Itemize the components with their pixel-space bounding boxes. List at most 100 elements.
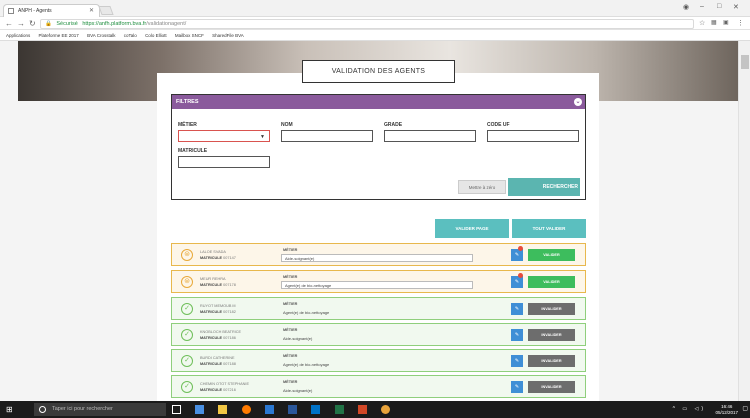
chevron-down-icon[interactable]: ⌄ [574,98,582,106]
menu-dots-icon[interactable]: ⋮ [737,19,744,27]
file-explorer-icon[interactable] [218,405,228,415]
taskbar-search-input[interactable]: Taper ici pour rechercher [34,403,166,416]
check-status-icon: ✓ [181,355,193,367]
windows-taskbar: ⊞ Taper ici pour rechercher ^ ▭ ◁) 16:46… [0,401,750,418]
extension-icon-2[interactable]: ▣ [723,19,729,26]
metier-value-field[interactable]: Aide-soignant(e) [281,254,473,262]
page-scrollbar[interactable] [738,41,750,401]
matricule-value: 007147 [223,256,236,260]
metier-field-label: MÉTIER [283,302,298,306]
word-icon[interactable] [288,405,298,415]
clock-date: 05/12/2017 [715,409,738,415]
agent-name: KNOBLOCH BEATRICE [200,330,242,334]
new-tab-button[interactable] [98,6,114,15]
taskbar-clock[interactable]: 16:46 05/12/2017 [715,404,738,415]
bookmark-item[interactable]: Applications [6,33,30,38]
bookmark-item[interactable]: Mailbox SNCF [175,33,204,38]
validate-page-button[interactable]: VALIDER PAGE [435,219,509,238]
edge-browser-icon[interactable] [264,405,274,415]
user-icon[interactable]: ◉ [683,3,689,11]
filters-panel: FILTRES ⌄ MÉTIER ▼ NOM GRADE CODE UF MAT… [171,94,586,200]
scrollbar-thumb[interactable] [741,55,749,69]
back-icon[interactable]: ← [5,19,13,28]
edit-icon[interactable]: ✎ [511,381,523,393]
excel-icon[interactable] [334,405,344,415]
edit-icon[interactable]: ✎ [511,355,523,367]
metier-value: Aide-soignant(e) [283,336,313,341]
url-path: /validationagent/ [146,21,187,27]
matricule-field-label: MATRICULE [200,388,223,392]
metier-select[interactable]: ▼ [178,130,270,142]
bookmark-item[interactable]: Plateforme EE 2017 [39,33,79,38]
notifications-icon[interactable]: ▢ [742,405,748,412]
extension-icon[interactable]: ▦ [711,19,717,26]
minimize-icon[interactable]: – [700,3,704,10]
metier-value-field[interactable]: Agent(e) de bio-nettoyage [281,281,473,289]
search-button[interactable]: RECHERCHER [508,178,580,196]
bookmark-item[interactable]: SharedFile BVA [212,33,244,38]
system-tray-icons[interactable]: ^ ▭ ◁) [673,406,706,412]
metier-value: Aide-soignant(e) [283,388,313,393]
close-window-icon[interactable]: ✕ [733,3,739,11]
edit-icon[interactable]: ✎ [511,303,523,315]
agent-name: BURDI CATHERINE [200,356,235,360]
grade-input[interactable] [384,130,476,142]
metier-field-label: MÉTIER [283,328,298,332]
invalidate-agent-button[interactable]: INVALIDER [528,329,575,341]
secure-label: Sécurisé [56,21,78,27]
matricule-value: 007186 [223,336,236,340]
page-title: VALIDATION DES AGENTS [302,60,455,83]
validate-agent-button[interactable]: VALIDER [528,276,575,288]
nom-input[interactable] [281,130,373,142]
forward-icon[interactable]: → [17,19,25,28]
taskbar-search-placeholder: Taper ici pour rechercher [52,406,113,412]
code-uf-input[interactable] [487,130,579,142]
invalidate-agent-button[interactable]: INVALIDER [528,355,575,367]
outlook-icon[interactable] [311,405,321,415]
matricule-label: MATRICULE [178,148,208,154]
agent-matricule: MATRICULE 007178 [200,283,236,287]
agent-name: CHEMIN OTOT STEPHANIE [200,382,250,386]
bookmark-item[interactable]: Colo Elliott [145,33,167,38]
address-input[interactable]: 🔒 Sécurisé https://anfh.platform.bva.fr/… [40,19,694,29]
bookmark-item[interactable]: BVA Crosstalk [87,33,115,38]
agent-row: ⊜ LALOE SVADA MATRICULE 007147 MÉTIER Aide-s… [171,243,586,266]
bookmark-star-icon[interactable]: ☆ [699,19,705,27]
bookmark-item[interactable]: coTalo [124,33,137,38]
browser-tab[interactable]: ANPH - Agents ✕ [3,4,100,17]
edge-icon[interactable] [195,405,205,415]
matricule-field-label: MATRICULE [200,283,223,287]
matricule-input[interactable] [178,156,270,168]
task-view-icon[interactable] [172,405,181,415]
agent-matricule: MATRICULE 007147 [200,256,236,260]
matricule-field-label: MATRICULE [200,310,223,314]
agent-matricule: MATRICULE 007216 [200,388,236,392]
invalidate-agent-button[interactable]: INVALIDER [528,381,575,393]
matricule-field-label: MATRICULE [200,256,223,260]
caret-down-icon: ▼ [260,134,265,140]
chrome-icon[interactable] [381,405,391,415]
close-tab-icon[interactable]: ✕ [89,7,94,14]
matricule-value: 007188 [223,362,236,366]
metier-field-label: MÉTIER [283,275,298,279]
edit-icon[interactable]: ✎ [511,329,523,341]
agent-row: ✓ BURDI CATHERINE MATRICULE 007188 MÉTIER Ag… [171,349,586,372]
matricule-field-label: MATRICULE [200,336,223,340]
powerpoint-icon[interactable] [357,405,367,415]
validate-all-button[interactable]: TOUT VALIDER [512,219,586,238]
agent-row: ✓ RUYOT MEMOUB M MATRICULE 007182 MÉTIER Age… [171,297,586,320]
notification-badge [518,246,523,251]
maximize-icon[interactable]: □ [717,3,721,10]
windows-start-icon[interactable]: ⊞ [6,405,13,414]
agent-row: ✓ CHEMIN OTOT STEPHANIE MATRICULE 007216 MÉ… [171,375,586,398]
validate-agent-button[interactable]: VALIDER [528,249,575,261]
reload-icon[interactable]: ↻ [29,19,36,28]
check-status-icon: ✓ [181,381,193,393]
metier-field-label: MÉTIER [283,380,298,384]
invalidate-agent-button[interactable]: INVALIDER [528,303,575,315]
firefox-icon[interactable] [241,405,251,415]
filters-header[interactable]: FILTRES ⌄ [172,95,585,109]
metier-value: Agent(e) de bio-nettoyage [283,362,330,367]
reset-button[interactable]: Mettre à zéro [458,180,506,194]
matricule-value: 007216 [223,388,236,392]
